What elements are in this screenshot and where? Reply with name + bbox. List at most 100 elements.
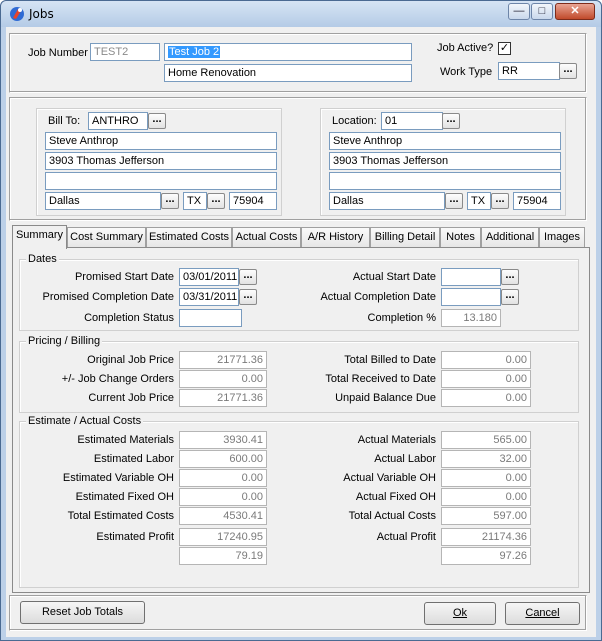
cancel-label: Cancel <box>525 607 560 619</box>
completion-pct-field: 13.180 <box>441 309 501 327</box>
job-name-text: Test Job 2 <box>168 46 221 58</box>
jobs-window: Jobs — □ ✕ Job Number TEST2 Test Job 2 H… <box>0 0 602 641</box>
pricing-billing-legend: Pricing / Billing <box>26 335 103 348</box>
tab-notes[interactable]: Notes <box>440 227 481 247</box>
location-label: Location: <box>332 115 377 127</box>
est-fixed-oh-label: Estimated Fixed OH <box>75 491 174 503</box>
location-city-field[interactable]: Dallas <box>329 192 445 210</box>
total-billed-field: 0.00 <box>441 351 531 369</box>
checkmark-icon: ✓ <box>499 42 510 54</box>
est-labor-label: Estimated Labor <box>93 453 174 465</box>
tab-additional[interactable]: Additional <box>481 227 539 247</box>
total-billed-label: Total Billed to Date <box>344 354 436 366</box>
dates-group: Dates Promised Start Date 03/01/2011 ...… <box>19 253 579 331</box>
tab-images[interactable]: Images <box>539 227 585 247</box>
bill-to-name-field[interactable]: Steve Anthrop <box>45 132 277 150</box>
bill-to-state-field[interactable]: TX <box>183 192 207 210</box>
job-number-label: Job Number <box>28 47 88 59</box>
unpaid-balance-label: Unpaid Balance Due <box>335 392 436 404</box>
close-button[interactable]: ✕ <box>555 3 595 20</box>
dates-legend: Dates <box>26 253 59 266</box>
actual-completion-label: Actual Completion Date <box>320 291 436 303</box>
bill-to-address1-field[interactable]: 3903 Thomas Jefferson <box>45 152 277 170</box>
bill-to-label: Bill To: <box>48 115 81 127</box>
total-received-field: 0.00 <box>441 370 531 388</box>
dialog-client-area: Job Number TEST2 Test Job 2 Home Renovat… <box>6 27 596 637</box>
act-materials-label: Actual Materials <box>357 434 436 446</box>
location-state-lookup-button[interactable]: ... <box>491 193 509 209</box>
ok-label: Ok <box>452 607 468 619</box>
act-labor-field: 32.00 <box>441 450 531 468</box>
job-description-field[interactable]: Home Renovation <box>164 64 412 82</box>
location-address2-field[interactable] <box>329 172 561 190</box>
job-header-panel: Job Number TEST2 Test Job 2 Home Renovat… <box>9 33 587 93</box>
completion-status-label: Completion Status <box>84 312 174 324</box>
bill-to-lookup-button[interactable]: ... <box>148 113 166 129</box>
minimize-icon: — <box>513 5 525 17</box>
tab-summary[interactable]: Summary <box>12 225 67 249</box>
est-profit-pct-field: 79.19 <box>179 547 267 565</box>
actual-completion-picker-button[interactable]: ... <box>501 289 519 305</box>
location-city-lookup-button[interactable]: ... <box>445 193 463 209</box>
est-materials-label: Estimated Materials <box>77 434 174 446</box>
total-est-costs-label: Total Estimated Costs <box>67 510 174 522</box>
total-received-label: Total Received to Date <box>325 373 436 385</box>
actual-start-picker-button[interactable]: ... <box>501 269 519 285</box>
bill-to-city-field[interactable]: Dallas <box>45 192 161 210</box>
act-fixed-oh-field: 0.00 <box>441 488 531 506</box>
pricing-billing-group: Pricing / Billing Original Job Price 217… <box>19 335 579 413</box>
app-icon <box>10 7 24 21</box>
maximize-button[interactable]: □ <box>531 3 553 20</box>
maximize-icon: □ <box>538 5 546 17</box>
work-type-field[interactable]: RR <box>498 62 560 80</box>
tab-cost-summary[interactable]: Cost Summary <box>67 227 146 247</box>
tab-actual-costs[interactable]: Actual Costs <box>232 227 301 247</box>
location-zip-field[interactable]: 75904 <box>513 192 561 210</box>
promised-start-field[interactable]: 03/01/2011 <box>179 268 239 286</box>
location-code-field[interactable]: 01 <box>381 112 443 130</box>
bill-to-zip-field[interactable]: 75904 <box>229 192 277 210</box>
work-type-lookup-button[interactable]: ... <box>559 63 577 79</box>
summary-tab-panel: Dates Promised Start Date 03/01/2011 ...… <box>12 247 590 593</box>
bottom-button-bar: Reset Job Totals Ok Cancel <box>9 595 587 631</box>
promised-start-label: Promised Start Date <box>74 271 174 283</box>
bill-to-address2-field[interactable] <box>45 172 277 190</box>
location-address1-field[interactable]: 3903 Thomas Jefferson <box>329 152 561 170</box>
actual-completion-field[interactable] <box>441 288 501 306</box>
job-number-field[interactable]: TEST2 <box>90 43 160 61</box>
completion-status-field[interactable] <box>179 309 242 327</box>
location-state-field[interactable]: TX <box>467 192 491 210</box>
reset-job-totals-button[interactable]: Reset Job Totals <box>20 601 145 624</box>
job-active-checkbox[interactable]: ✓ <box>498 42 511 55</box>
promised-completion-field[interactable]: 03/31/2011 <box>179 288 239 306</box>
bill-to-code-field[interactable]: ANTHRO <box>88 112 148 130</box>
job-active-label: Job Active? <box>437 42 494 54</box>
ok-button[interactable]: Ok <box>424 602 496 625</box>
total-act-costs-label: Total Actual Costs <box>348 510 436 522</box>
est-variable-oh-label: Estimated Variable OH <box>62 472 174 484</box>
title-bar[interactable]: Jobs — □ ✕ <box>1 1 601 27</box>
cancel-button[interactable]: Cancel <box>505 602 580 625</box>
tab-ar-history[interactable]: A/R History <box>301 227 370 247</box>
act-fixed-oh-label: Actual Fixed OH <box>355 491 436 503</box>
work-type-label: Work Type <box>440 66 493 78</box>
bill-to-group: Bill To: ANTHRO ... Steve Anthrop 3903 T… <box>36 108 282 216</box>
minimize-button[interactable]: — <box>508 3 530 20</box>
act-labor-label: Actual Labor <box>374 453 436 465</box>
actual-start-field[interactable] <box>441 268 501 286</box>
act-profit-field: 21174.36 <box>441 528 531 546</box>
address-panel: Bill To: ANTHRO ... Steve Anthrop 3903 T… <box>9 97 587 221</box>
bill-to-state-lookup-button[interactable]: ... <box>207 193 225 209</box>
est-profit-label: Estimated Profit <box>96 531 174 543</box>
bill-to-city-lookup-button[interactable]: ... <box>161 193 179 209</box>
job-name-field[interactable]: Test Job 2 <box>164 43 412 61</box>
tab-billing-detail[interactable]: Billing Detail <box>370 227 440 247</box>
promised-completion-label: Promised Completion Date <box>42 291 174 303</box>
original-price-label: Original Job Price <box>87 354 174 366</box>
estimate-actual-costs-group: Estimate / Actual Costs Estimated Materi… <box>19 415 579 588</box>
act-materials-field: 565.00 <box>441 431 531 449</box>
tab-estimated-costs[interactable]: Estimated Costs <box>146 227 232 247</box>
location-lookup-button[interactable]: ... <box>442 113 460 129</box>
location-name-field[interactable]: Steve Anthrop <box>329 132 561 150</box>
location-group: Location: 01 ... Steve Anthrop 3903 Thom… <box>320 108 566 216</box>
